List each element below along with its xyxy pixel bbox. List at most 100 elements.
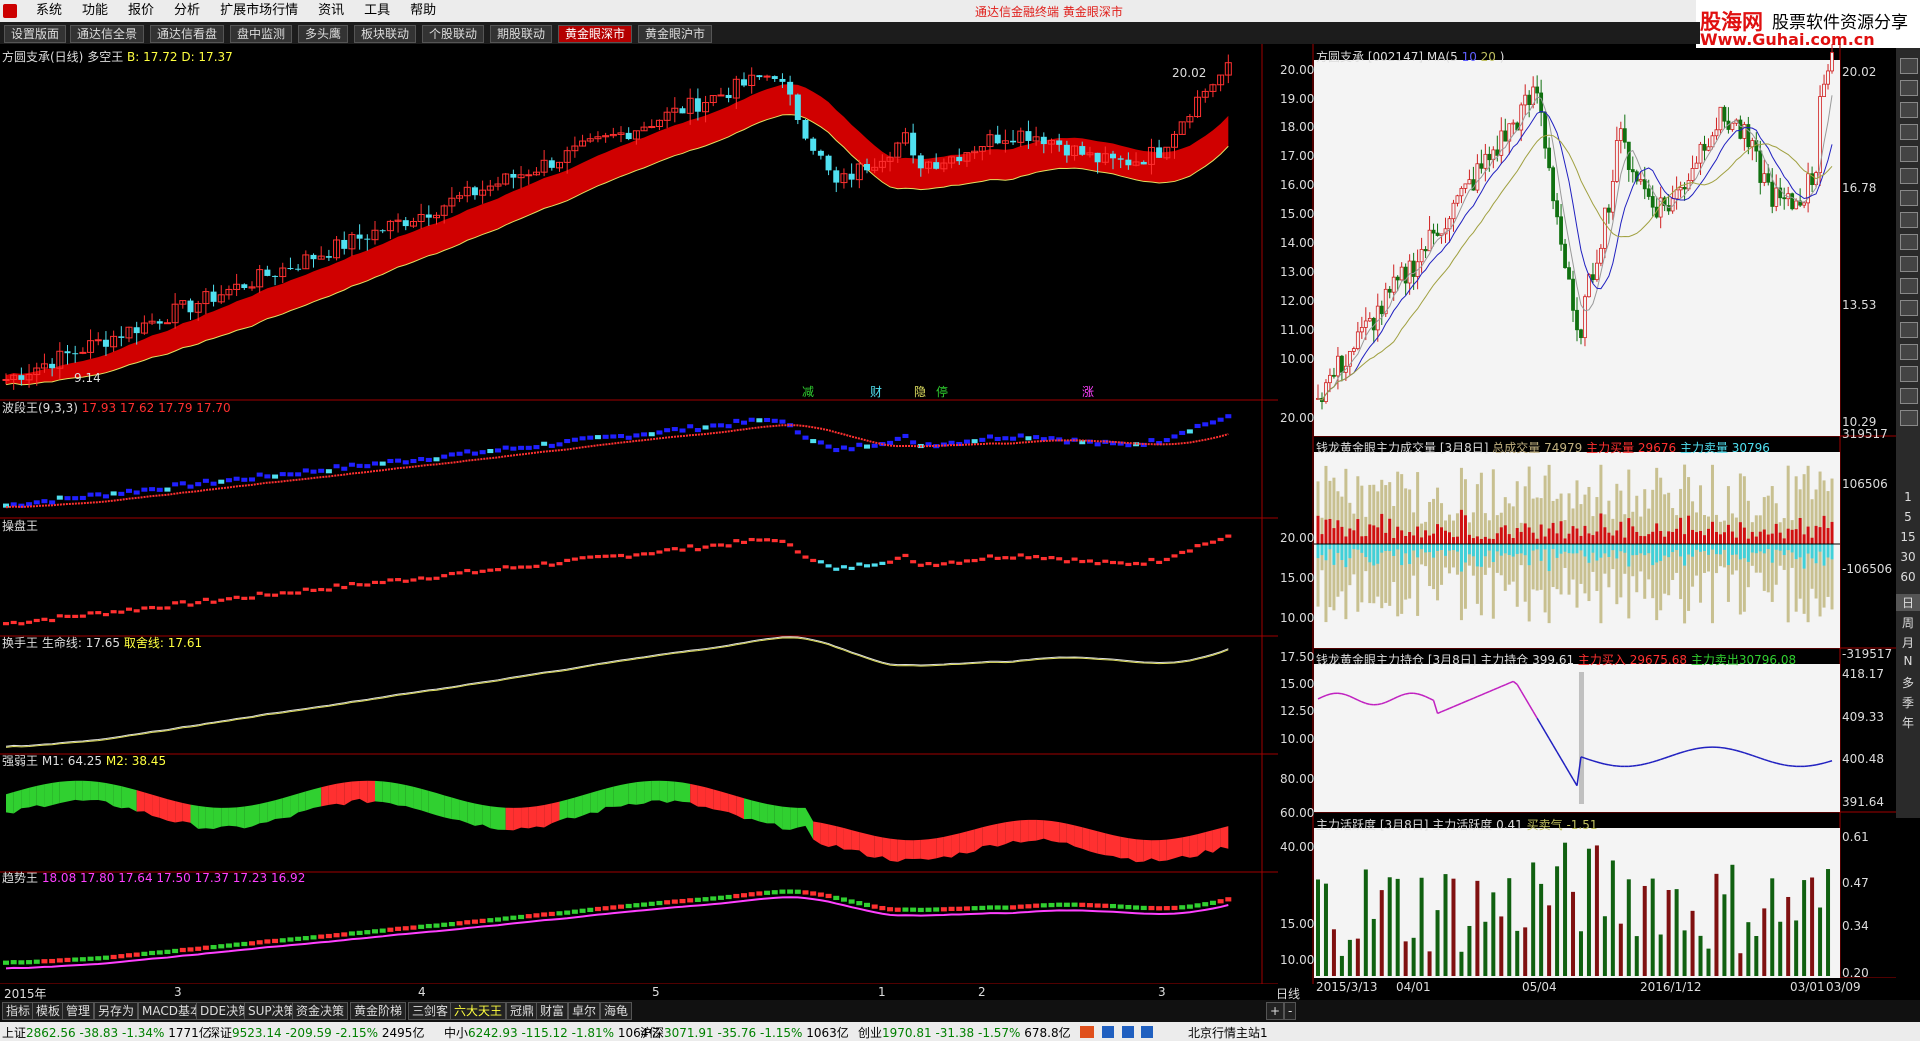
- menu-ext-market[interactable]: 扩展市场行情: [210, 3, 308, 19]
- toolbar-icon-12[interactable]: [1900, 300, 1918, 316]
- tab-sector-link[interactable]: 板块联动: [354, 25, 417, 43]
- trend-block: [1133, 905, 1140, 910]
- trend-block: [341, 932, 348, 937]
- period-multi[interactable]: 多: [1896, 674, 1920, 691]
- tab-settings[interactable]: 设置版面: [4, 25, 67, 43]
- menu-help[interactable]: 帮助: [400, 3, 446, 19]
- index-cy[interactable]: 创业1970.81 -31.38 -1.57% 678.8亿: [858, 1024, 1071, 1041]
- tab-golden-eye-sh[interactable]: 黄金眼沪市: [638, 25, 713, 43]
- trend-block: [764, 890, 771, 895]
- zoom-in-icon[interactable]: +: [1266, 1002, 1285, 1020]
- toolbar-icon-6[interactable]: [1900, 168, 1918, 184]
- toolbar-icon-8[interactable]: [1900, 212, 1918, 228]
- toolbar-icon-5[interactable]: [1900, 146, 1918, 162]
- caopan-bar: [110, 610, 117, 614]
- tab-futures-link[interactable]: 期股联动: [490, 25, 553, 43]
- huanshou-title: 换手王: [2, 636, 39, 650]
- menu-system[interactable]: 系统: [26, 3, 72, 19]
- index-hs[interactable]: 沪深3071.91 -35.76 -1.15% 1063亿: [640, 1024, 849, 1041]
- menu-tools[interactable]: 工具: [354, 3, 400, 19]
- strength-band: [613, 784, 621, 807]
- trend-block: [1179, 905, 1186, 910]
- btn-zhuoer[interactable]: 卓尔: [568, 1002, 601, 1020]
- tab-stock-link[interactable]: 个股联动: [422, 25, 485, 43]
- btn-indicator[interactable]: 指标: [2, 1002, 35, 1020]
- sell-vol-bar: [1428, 544, 1432, 553]
- index-sz[interactable]: 深证9523.14 -209.59 -2.15% 2495亿: [208, 1024, 424, 1041]
- period-30min[interactable]: 30: [1896, 550, 1920, 564]
- server-label[interactable]: 北京行情主站1: [1188, 1024, 1268, 1041]
- toolbar-icon-13[interactable]: [1900, 322, 1918, 338]
- btn-save-as[interactable]: 另存为: [94, 1002, 139, 1020]
- period-n[interactable]: N: [1896, 654, 1920, 668]
- btn-wealth[interactable]: 财富: [536, 1002, 569, 1020]
- tab-golden-eye-sz[interactable]: 黄金眼深市: [558, 25, 633, 43]
- menu-quote[interactable]: 报价: [118, 3, 164, 19]
- keyboard-icon[interactable]: [1141, 1025, 1154, 1038]
- trend-block: [1186, 904, 1193, 909]
- ime-icon[interactable]: [1101, 1025, 1114, 1038]
- toolbar-icon-1[interactable]: [1900, 58, 1918, 74]
- period-week[interactable]: 周: [1896, 614, 1920, 631]
- toolbar-icon-3[interactable]: [1900, 102, 1918, 118]
- right-hold-header: 钱龙黄金眼主力持仓 [3月8日] 主力持仓 399.61 主力买入 29675.…: [1316, 651, 1796, 668]
- toolbar-icon-9[interactable]: [1900, 234, 1918, 250]
- right-chart-area[interactable]: [1314, 44, 1896, 978]
- tab-overview[interactable]: 通达信看盘: [150, 25, 225, 43]
- menu-analysis[interactable]: 分析: [164, 3, 210, 19]
- toolbar-icon-2[interactable]: [1900, 80, 1918, 96]
- caopan-bar: [571, 557, 578, 561]
- tab-panorama[interactable]: 通达信全景: [70, 25, 145, 43]
- moon-icon[interactable]: [1121, 1025, 1134, 1038]
- period-season[interactable]: 季: [1896, 694, 1920, 711]
- btn-turtle[interactable]: 海龟: [600, 1002, 633, 1020]
- r-candle-body: [1487, 153, 1492, 161]
- toolbar-icon-11[interactable]: [1900, 278, 1918, 294]
- index-zx[interactable]: 中小6242.93 -115.12 -1.81% 1064亿: [444, 1024, 660, 1041]
- marker-finance: 财: [870, 385, 883, 399]
- candle-body: [725, 94, 732, 99]
- menu-function[interactable]: 功能: [72, 3, 118, 19]
- candle-body: [379, 230, 386, 232]
- strength-band: [44, 782, 53, 808]
- btn-three-swords[interactable]: 三剑客: [408, 1002, 453, 1020]
- sell-vol-bar: [1372, 544, 1376, 566]
- toolbar-icon-10[interactable]: [1900, 256, 1918, 272]
- toolbar-icon-17[interactable]: [1900, 410, 1918, 426]
- btn-template[interactable]: 模板: [32, 1002, 65, 1020]
- tab-bull-eagle[interactable]: 多头鹰: [298, 25, 349, 43]
- toolbar-icon-16[interactable]: [1900, 388, 1918, 404]
- period-5min[interactable]: 5: [1896, 510, 1920, 524]
- btn-fund[interactable]: 资金决策: [292, 1002, 349, 1020]
- toolbar-icon-7[interactable]: [1900, 190, 1918, 206]
- left-chart-area[interactable]: [0, 44, 1314, 984]
- tab-monitor[interactable]: 盘中监测: [230, 25, 293, 43]
- sogou-icon[interactable]: [1080, 1025, 1094, 1038]
- btn-golden-ladder[interactable]: 黄金阶梯: [350, 1002, 407, 1020]
- strength-band: [1082, 827, 1090, 852]
- zoom-out-icon[interactable]: -: [1284, 1002, 1297, 1020]
- period-year[interactable]: 年: [1896, 714, 1920, 731]
- menu-info[interactable]: 资讯: [308, 3, 354, 19]
- boduan-bar: [1025, 436, 1032, 441]
- period-15min[interactable]: 15: [1896, 530, 1920, 544]
- candle-body: [1094, 152, 1101, 163]
- period-60min[interactable]: 60: [1896, 570, 1920, 584]
- period-1min[interactable]: 1: [1896, 490, 1920, 504]
- period-day[interactable]: 日: [1896, 594, 1920, 611]
- index-sh[interactable]: 上证2862.56 -38.83 -1.34% 1771亿: [2, 1024, 211, 1041]
- toolbar-icon-14[interactable]: [1900, 344, 1918, 360]
- trend-block: [925, 907, 932, 912]
- strength-band: [544, 803, 552, 828]
- r-candle-body: [1539, 92, 1544, 113]
- btn-manage[interactable]: 管理: [62, 1002, 95, 1020]
- strength-band: [897, 839, 906, 862]
- period-month[interactable]: 月: [1896, 634, 1920, 651]
- boduan-bar: [1094, 442, 1101, 447]
- btn-six-kings[interactable]: 六大天王: [450, 1002, 507, 1020]
- index-sh-amt: 1771亿: [168, 1026, 211, 1040]
- btn-guanding[interactable]: 冠鼎: [506, 1002, 539, 1020]
- toolbar-icon-15[interactable]: [1900, 366, 1918, 382]
- toolbar-icon-4[interactable]: [1900, 124, 1918, 140]
- caopan-bar: [1202, 542, 1209, 546]
